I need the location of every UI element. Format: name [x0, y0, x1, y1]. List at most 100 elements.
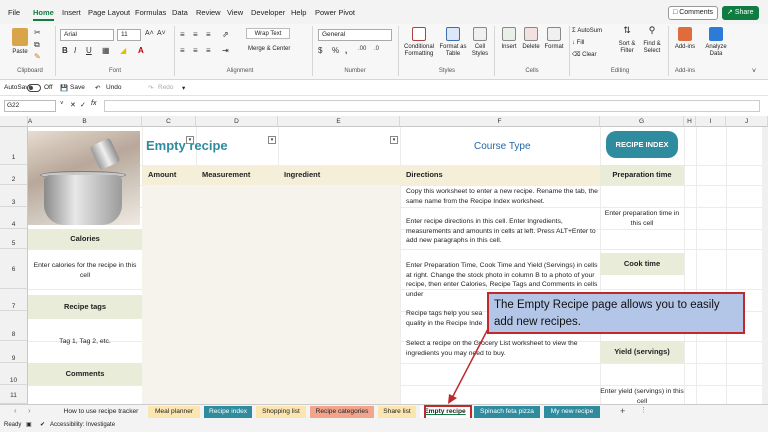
font-name-select[interactable]: Arial [60, 29, 114, 41]
filter-dropdown-icon[interactable]: ▾ [390, 136, 398, 144]
column-header-a-b[interactable]: AB [28, 116, 142, 127]
menu-tab-page-layout[interactable]: Page Layout [88, 8, 130, 17]
formula-input[interactable] [104, 100, 760, 112]
save-icon[interactable]: 💾 [60, 84, 68, 92]
percent-icon[interactable]: % [332, 46, 339, 55]
delete-cells-button[interactable]: Delete [521, 27, 541, 51]
shrink-font-icon[interactable]: A˅ [157, 30, 166, 37]
collapse-ribbon-icon[interactable]: ˅ [752, 68, 756, 75]
wrap-text-button[interactable]: Wrap Text [246, 28, 290, 39]
align-left-icon[interactable]: ≡ [180, 46, 185, 55]
bold-icon[interactable]: B [62, 46, 68, 55]
copy-icon[interactable]: ⧉ [34, 40, 40, 50]
decrease-decimal-icon[interactable]: .0 [374, 46, 379, 52]
column-header-d[interactable]: D [196, 116, 278, 127]
add-sheet-icon[interactable]: + [620, 406, 625, 416]
column-header-g[interactable]: G [600, 116, 684, 127]
ingredient-header[interactable]: Ingredient [278, 165, 400, 185]
sheet-tab[interactable]: Recipe categories [310, 406, 374, 418]
menu-tab-data[interactable]: Data [172, 8, 188, 17]
yield-value[interactable]: Enter yield (servings) in this cell [600, 387, 684, 404]
prep-time-value[interactable]: Enter preparation time in this cell [600, 209, 684, 228]
confirm-icon[interactable]: ✓ [80, 101, 86, 109]
row-header-4[interactable]: 4 [0, 207, 28, 229]
amount-header[interactable]: Amount [142, 165, 196, 185]
insert-function-icon[interactable]: fx [91, 100, 96, 107]
column-header-i[interactable]: I [696, 116, 726, 127]
sheet-tab[interactable]: Share list [378, 406, 416, 418]
menu-tab-power-pivot[interactable]: Power Pivot [315, 8, 355, 17]
recipe-photo[interactable] [28, 131, 140, 225]
row-header-2[interactable]: 2 [0, 165, 28, 185]
sheet-tab[interactable]: Recipe index [204, 406, 252, 418]
autosum-button[interactable]: Σ AutoSum [572, 28, 602, 35]
find-select-button[interactable]: ⚲ Find & Select [640, 26, 664, 55]
directions-paragraph-4[interactable]: Recipe tags help you sea quality in the … [406, 309, 490, 328]
addins-button[interactable]: Add-ins [672, 27, 698, 51]
measurement-header[interactable]: Measurement [196, 165, 278, 185]
share-button[interactable]: ↗ Share [722, 6, 759, 20]
comma-style-icon[interactable]: , [345, 46, 347, 55]
align-right-icon[interactable]: ≡ [206, 46, 211, 55]
align-bottom-icon[interactable]: ≡ [206, 30, 211, 39]
prev-sheet-icon[interactable]: ‹ [14, 406, 17, 415]
directions-header[interactable]: Directions [400, 165, 600, 185]
name-box-dropdown-icon[interactable]: ˅ [60, 101, 64, 107]
vertical-scrollbar[interactable] [762, 127, 768, 404]
column-header-e[interactable]: E [278, 116, 400, 127]
sheet-tab[interactable]: Meal planner [148, 406, 200, 418]
column-header-h[interactable]: H [684, 116, 696, 127]
menu-tab-help[interactable]: Help [291, 8, 306, 17]
accounting-icon[interactable]: $ [318, 46, 322, 55]
paste-button[interactable]: Paste [8, 28, 32, 56]
column-header-c[interactable]: C [142, 116, 196, 127]
cut-icon[interactable]: ✂ [34, 28, 41, 37]
menu-tab-formulas[interactable]: Formulas [135, 8, 166, 17]
format-as-table-button[interactable]: Format as Table [438, 27, 468, 58]
more-options-icon[interactable]: ⋮ [640, 406, 647, 414]
menu-tab-home[interactable]: Home [33, 8, 54, 21]
directions-paragraph-5[interactable]: Select a recipe on the Grocery List work… [406, 339, 602, 358]
filter-dropdown-icon[interactable]: ▾ [268, 136, 276, 144]
menu-tab-view[interactable]: View [227, 8, 243, 17]
autosave-toggle[interactable] [27, 84, 41, 92]
undo-icon[interactable]: ↶ [95, 84, 100, 92]
column-header-j[interactable]: J [726, 116, 768, 127]
menu-tab-insert[interactable]: Insert [62, 8, 81, 17]
menu-tab-file[interactable]: File [8, 8, 20, 17]
analyze-data-button[interactable]: Analyze Data [702, 27, 730, 58]
menu-tab-developer[interactable]: Developer [251, 8, 285, 17]
merge-center-button[interactable]: Merge & Center [248, 46, 306, 53]
borders-icon[interactable]: ▦ [102, 46, 110, 55]
undo-button[interactable]: Undo [106, 84, 122, 91]
accessibility-status[interactable]: Accessibility: Investigate [50, 418, 115, 432]
indent-icon[interactable]: ⇥ [222, 46, 229, 55]
row-header-10[interactable]: 10 [0, 363, 28, 385]
worksheet-grid[interactable]: Empty recipe Course Type RECIPE INDEX Am… [28, 127, 768, 404]
macro-icon[interactable]: ▣ [26, 418, 32, 432]
filter-dropdown-icon[interactable]: ▾ [186, 136, 194, 144]
row-header-5[interactable]: 5 [0, 229, 28, 249]
sheet-tab[interactable]: How to use recipe tracker [58, 406, 144, 418]
align-middle-icon[interactable]: ≡ [193, 30, 198, 39]
row-header-1[interactable]: 1 [0, 127, 28, 165]
row-header-6[interactable]: 6 [0, 249, 28, 289]
clear-button[interactable]: ⌫ Clear [572, 52, 597, 59]
grow-font-icon[interactable]: A˄ [145, 30, 154, 37]
align-top-icon[interactable]: ≡ [180, 30, 185, 39]
row-header-8[interactable]: 8 [0, 311, 28, 341]
menu-tab-review[interactable]: Review [196, 8, 221, 17]
column-header-a[interactable]: A [16, 116, 44, 127]
number-format-select[interactable]: General [318, 29, 392, 41]
sheet-tab[interactable]: Shopping list [256, 406, 306, 418]
customize-qat-icon[interactable]: ▾ [182, 84, 185, 92]
row-header-7[interactable]: 7 [0, 289, 28, 311]
fill-button[interactable]: ↓ Fill [572, 40, 584, 47]
column-header-b[interactable]: B [82, 118, 86, 125]
sheet-tab[interactable]: My new recipe [544, 406, 600, 418]
row-header-9[interactable]: 9 [0, 341, 28, 363]
save-button[interactable]: Save [70, 84, 85, 91]
cancel-icon[interactable]: ✕ [70, 101, 76, 109]
comments-button[interactable]: □ Comments [668, 6, 719, 20]
sheet-tab[interactable]: Spinach feta pizza [474, 406, 540, 418]
